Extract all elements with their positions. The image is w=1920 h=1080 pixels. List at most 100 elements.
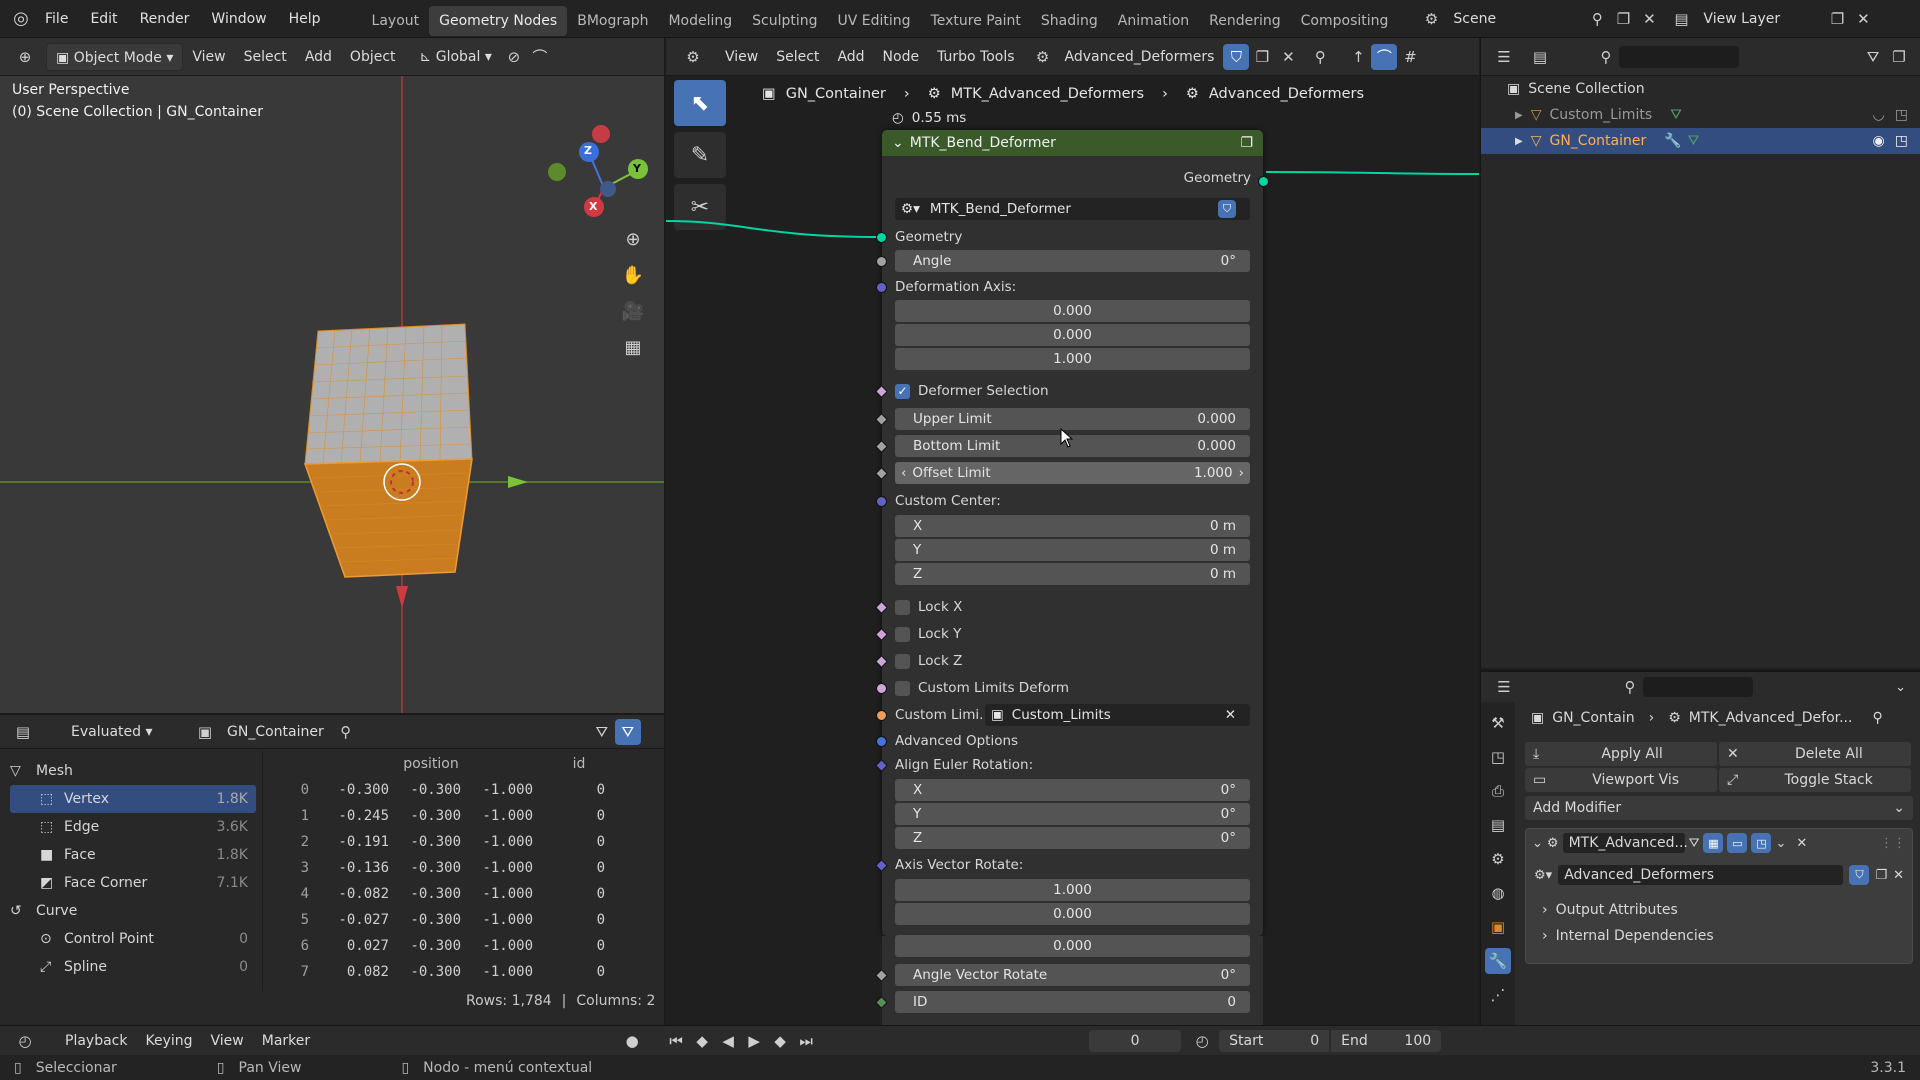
camera-render-icon[interactable]: ◳ xyxy=(1895,133,1908,149)
properties-search-input[interactable] xyxy=(1643,677,1753,697)
axis-vector-z[interactable]: 0.000 xyxy=(895,935,1250,957)
remove-modifier-icon[interactable]: ✕ xyxy=(1796,836,1807,851)
on-cage-toggle-icon[interactable]: ▦ xyxy=(1703,833,1724,853)
axis-vector-y[interactable]: 0.000 xyxy=(895,903,1250,925)
3d-viewport[interactable]: ⊕ ▣ Object Mode ▾ View Select Add Object… xyxy=(0,38,665,713)
blender-logo-icon[interactable]: ◎ xyxy=(8,6,34,32)
tab-sculpting[interactable]: Sculpting xyxy=(742,6,827,36)
node-header[interactable]: ⌄ MTK_Bend_Deformer ❐ xyxy=(882,130,1263,156)
tree-curve[interactable]: ↺ Curve xyxy=(10,897,256,925)
modifier-node-group-field[interactable]: Advanced_Deformers xyxy=(1558,865,1844,885)
custom-center-x[interactable]: X0 m xyxy=(895,515,1250,537)
unlink-icon[interactable]: ✕ xyxy=(1893,868,1904,883)
fake-user-icon[interactable]: ⛉ xyxy=(1218,200,1236,218)
display-mode-icon[interactable]: ▤ xyxy=(1527,44,1553,70)
collapse-icon[interactable]: ⌄ xyxy=(892,135,904,151)
align-euler-y[interactable]: Y 0° xyxy=(895,803,1250,825)
view-layer-selector[interactable]: View Layer xyxy=(1694,5,1824,33)
lock-x-checkbox[interactable] xyxy=(895,599,910,615)
object-socket[interactable] xyxy=(876,710,887,721)
new-scene-icon[interactable]: ❐ xyxy=(1610,6,1636,32)
editor-type-icon[interactable]: ⊕ xyxy=(12,44,38,70)
current-frame-field[interactable]: 0 xyxy=(1089,1029,1182,1052)
custom-limits-deform-checkbox[interactable] xyxy=(895,680,910,696)
fake-user-icon[interactable]: ⛉ xyxy=(1849,865,1870,885)
filter-selected-icon[interactable]: ⛛ xyxy=(614,718,641,745)
duplicate-icon[interactable]: ❐ xyxy=(1875,868,1887,883)
filter-icon[interactable]: ⛛ xyxy=(1860,44,1886,70)
scene-icon[interactable]: ⚙ xyxy=(1418,6,1444,32)
viewport-vis-button[interactable]: ▭ Viewport Vis xyxy=(1525,768,1717,792)
delete-all-button[interactable]: ✕ Delete All xyxy=(1719,742,1911,766)
tab-shading[interactable]: Shading xyxy=(1031,6,1108,36)
outliner-search-input[interactable] xyxy=(1619,45,1739,68)
pin-icon[interactable]: ⚲ xyxy=(1584,6,1610,32)
tab-texture-paint[interactable]: Texture Paint xyxy=(921,6,1031,36)
deformation-axis-z[interactable]: 1.000 xyxy=(895,348,1250,370)
menu-add[interactable]: Add xyxy=(296,43,341,71)
properties-editor-icon[interactable]: ☰ xyxy=(1491,674,1517,700)
start-frame-field[interactable]: Start 0 xyxy=(1219,1029,1330,1052)
output-attributes-panel[interactable]: › Output Attributes xyxy=(1542,897,1912,923)
menu-view[interactable]: View xyxy=(183,43,234,71)
deformation-axis-y[interactable]: 0.000 xyxy=(895,324,1250,346)
world-tab-icon[interactable]: ◍ xyxy=(1485,880,1511,906)
custom-center-z[interactable]: Z0 m xyxy=(895,563,1250,585)
align-euler-x[interactable]: X 0° xyxy=(895,779,1250,801)
modifier-tab-icon[interactable]: 🔧 xyxy=(1485,948,1511,974)
tab-geometry-nodes[interactable]: Geometry Nodes xyxy=(429,5,568,36)
mode-selector[interactable]: ▣ Object Mode ▾ xyxy=(46,42,184,71)
edit-mode-toggle-icon[interactable]: ⛛ xyxy=(1689,836,1700,851)
menu-marker[interactable]: Marker xyxy=(253,1027,319,1055)
offset-limit-field[interactable]: ‹ Offset Limit 1.000 › xyxy=(895,462,1250,484)
advanced-options-socket[interactable] xyxy=(876,736,887,747)
deformation-axis-x[interactable]: 0.000 xyxy=(895,300,1250,322)
expand-arrow-icon[interactable]: ▶ xyxy=(1515,136,1523,147)
custom-limits-object-field[interactable]: ▣ Custom_Limits ✕ xyxy=(985,704,1250,726)
delete-scene-icon[interactable]: ✕ xyxy=(1636,6,1662,32)
custom-center-y[interactable]: Y0 m xyxy=(895,539,1250,561)
search-icon[interactable]: ⚲ xyxy=(1617,674,1643,700)
pivot-icon[interactable]: ⊘ xyxy=(501,44,527,70)
hand-pan-icon[interactable]: ✋ xyxy=(620,262,646,288)
angle-field[interactable]: Angle 0° xyxy=(895,250,1250,272)
output-geometry-socket[interactable] xyxy=(1258,176,1269,187)
camera-icon[interactable]: 🎥 xyxy=(620,298,646,324)
deformation-axis-socket[interactable] xyxy=(876,282,887,293)
align-euler-z[interactable]: Z 0° xyxy=(895,827,1250,849)
render-tab-icon[interactable]: ◳ xyxy=(1485,744,1511,770)
angle-socket[interactable] xyxy=(876,256,887,267)
jump-start-icon[interactable]: ⏮ xyxy=(663,1028,689,1054)
view-layer-tab-icon[interactable]: ▤ xyxy=(1485,812,1511,838)
prev-keyframe-icon[interactable]: ◆ xyxy=(689,1028,715,1054)
increment-arrow-icon[interactable]: › xyxy=(1239,465,1244,481)
axis-vector-x[interactable]: 1.000 xyxy=(895,879,1250,901)
id-field[interactable]: ID 0 xyxy=(895,991,1250,1013)
modifier-name-field[interactable]: MTK_Advanced... xyxy=(1562,833,1688,853)
delete-view-layer-icon[interactable]: ✕ xyxy=(1850,6,1876,32)
tab-compositing[interactable]: Compositing xyxy=(1291,6,1399,36)
angle-vector-rotate-field[interactable]: Angle Vector Rotate 0° xyxy=(895,964,1250,986)
menu-select[interactable]: Select xyxy=(235,43,296,71)
tree-spline[interactable]: ⤢ Spline 0 xyxy=(10,953,256,981)
outliner-item-custom-limits[interactable]: ▶ ▽ Custom_Limits ⛛ ◡ ◳ xyxy=(1481,102,1920,128)
outliner-item-gn-container[interactable]: ▶ ▽ GN_Container 🔧 ⛛ ◉ ◳ xyxy=(1481,128,1920,154)
custom-center-socket[interactable] xyxy=(876,496,887,507)
menu-file[interactable]: File xyxy=(34,0,79,38)
output-tab-icon[interactable]: ⎙ xyxy=(1485,778,1511,804)
clear-object-icon[interactable]: ✕ xyxy=(1225,707,1236,723)
upper-limit-field[interactable]: Upper Limit 0.000 xyxy=(895,408,1250,430)
node-group-icon[interactable]: ❐ xyxy=(1240,135,1253,151)
tree-vertex[interactable]: ⬚ Vertex 1.8K xyxy=(10,785,256,813)
lock-z-checkbox[interactable] xyxy=(895,653,910,669)
chevron-down-icon[interactable]: ⌄ xyxy=(1775,836,1786,851)
view-layer-icon[interactable]: ▤ xyxy=(1668,6,1694,32)
search-icon[interactable]: ⚲ xyxy=(1593,44,1619,70)
menu-help[interactable]: Help xyxy=(278,0,332,38)
menu-keying[interactable]: Keying xyxy=(136,1027,201,1055)
collapse-icon[interactable]: ⌄ xyxy=(1532,836,1543,851)
menu-playback[interactable]: Playback xyxy=(56,1027,136,1055)
pin-icon[interactable]: ⚲ xyxy=(333,719,359,745)
tree-face-corner[interactable]: ◩ Face Corner 7.1K xyxy=(10,869,256,897)
scene-selector[interactable]: Scene xyxy=(1444,5,1584,33)
